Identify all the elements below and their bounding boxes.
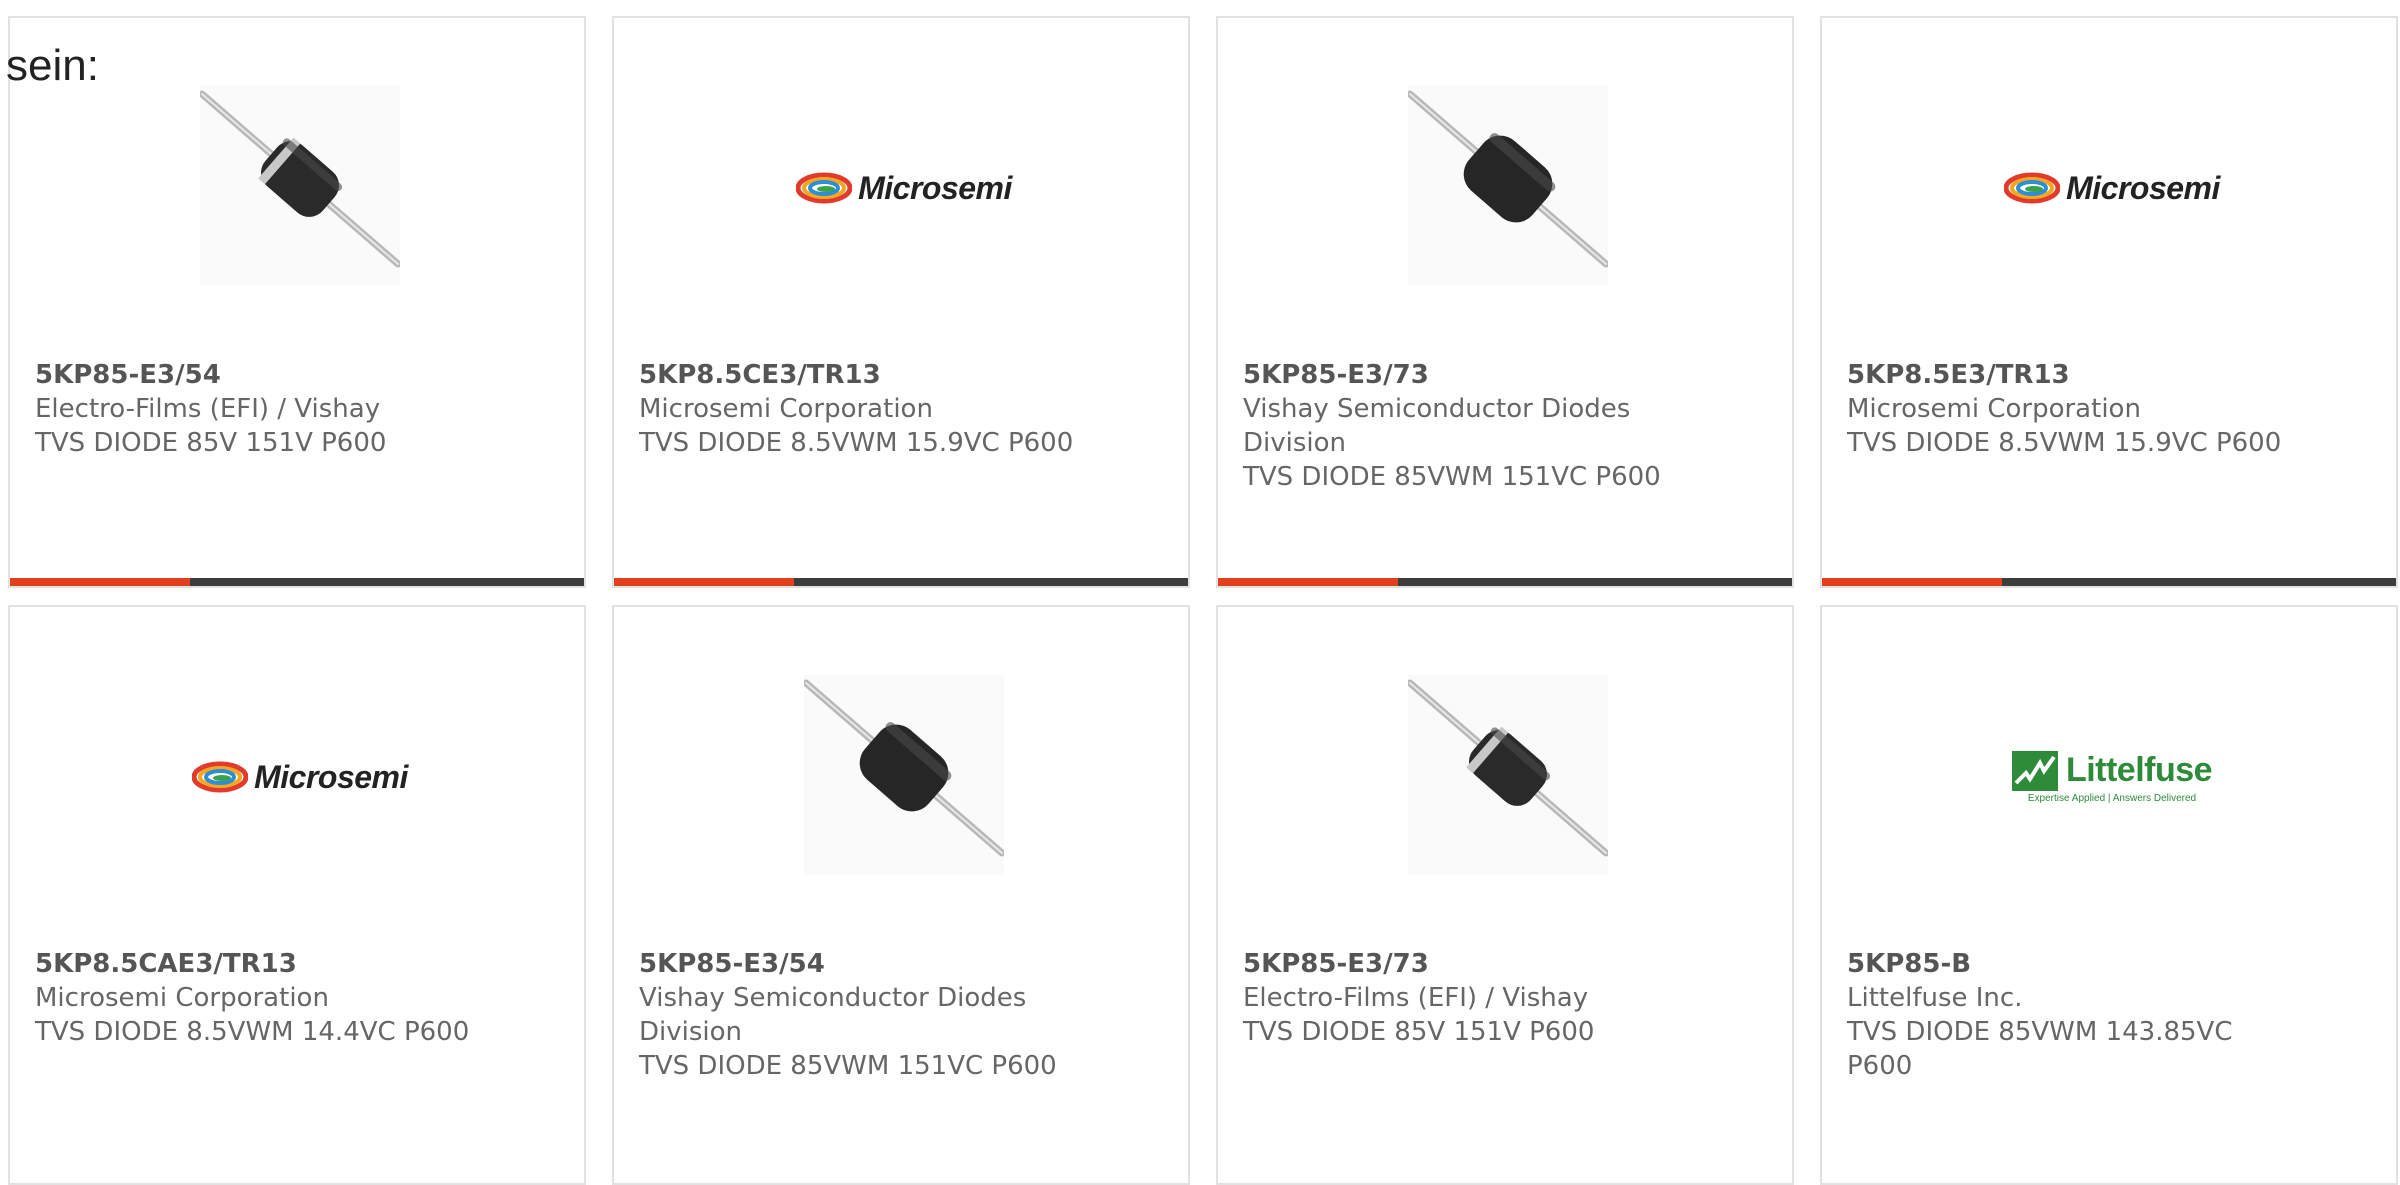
diode-plain-icon [804, 675, 1004, 875]
diode-plain-icon [1408, 86, 1608, 286]
part-number[interactable]: 5KP8.5CAE3/TR13 [35, 947, 555, 981]
littelfuse-logo-text: Littelfuse [2065, 751, 2213, 789]
card-bottom-bar [1218, 578, 1792, 586]
manufacturer: Vishay Semiconductor Diodes Division [1243, 394, 1631, 458]
card-accent-bar [1218, 578, 1398, 586]
description: TVS DIODE 85VWM 151VC P600 [1243, 462, 1661, 492]
part-number[interactable]: 5KP85-B [1847, 947, 2367, 981]
product-image[interactable]: Microsemi [130, 747, 470, 807]
littelfuse-logo: Littelfuse Expertise Applied | Answers D… [2011, 750, 2213, 804]
description: TVS DIODE 8.5VWM 15.9VC P600 [639, 428, 1074, 458]
littelfuse-tagline: Expertise Applied | Answers Delivered [2027, 792, 2197, 804]
product-card[interactable]: Littelfuse Expertise Applied | Answers D… [1820, 605, 2398, 1185]
product-card[interactable]: 5KP85-E3/73 Electro-Films (EFI) / Vishay… [1216, 605, 1794, 1185]
microsemi-swirl-icon [192, 761, 249, 793]
card-accent-bar [614, 578, 794, 586]
product-image[interactable] [804, 675, 1004, 875]
part-number[interactable]: 5KP85-E3/73 [1243, 358, 1763, 392]
card-bottom-bar [1822, 578, 2396, 586]
microsemi-logo: Microsemi [2004, 170, 2220, 207]
part-number[interactable]: 5KP85-E3/54 [35, 358, 555, 392]
description: TVS DIODE 85V 151V P600 [35, 428, 387, 458]
description: TVS DIODE 85VWM 143.85VC P600 [1847, 1017, 2233, 1081]
microsemi-logo-text: Microsemi [858, 169, 1012, 206]
microsemi-swirl-icon [2004, 172, 2061, 204]
microsemi-logo: Microsemi [796, 170, 1012, 207]
description: TVS DIODE 85V 151V P600 [1243, 1017, 1595, 1047]
product-image[interactable] [1408, 675, 1608, 875]
manufacturer: Microsemi Corporation [1847, 394, 2141, 424]
manufacturer: Littelfuse Inc. [1847, 983, 2023, 1013]
product-card[interactable]: Microsemi 5KP8.5E3/TR13 Microsemi Corpor… [1820, 16, 2398, 588]
card-accent-bar [10, 578, 190, 586]
part-number[interactable]: 5KP85-E3/73 [1243, 947, 1763, 981]
description: TVS DIODE 85VWM 151VC P600 [639, 1051, 1057, 1081]
product-card[interactable]: 5KP85-E3/73 Vishay Semiconductor Diodes … [1216, 16, 1794, 588]
product-card[interactable]: Microsemi 5KP8.5CE3/TR13 Microsemi Corpo… [612, 16, 1190, 588]
diode-banded-icon [1408, 675, 1608, 875]
manufacturer: Electro-Films (EFI) / Vishay [35, 394, 381, 424]
microsemi-logo: Microsemi [192, 759, 408, 796]
part-number[interactable]: 5KP8.5E3/TR13 [1847, 358, 2367, 392]
manufacturer: Vishay Semiconductor Diodes Division [639, 983, 1027, 1047]
manufacturer: Microsemi Corporation [35, 983, 329, 1013]
product-image[interactable]: Littelfuse Expertise Applied | Answers D… [1942, 747, 2282, 807]
product-card[interactable]: 5KP85-E3/54 Electro-Films (EFI) / Vishay… [8, 16, 586, 588]
diode-banded-icon [200, 86, 400, 286]
product-image[interactable]: Microsemi [734, 158, 1074, 218]
littelfuse-mark-icon [2011, 750, 2058, 791]
part-number[interactable]: 5KP8.5CE3/TR13 [639, 358, 1159, 392]
product-image[interactable] [1408, 86, 1608, 286]
product-card[interactable]: Microsemi 5KP8.5CAE3/TR13 Microsemi Corp… [8, 605, 586, 1185]
card-bottom-bar [614, 578, 1188, 586]
card-accent-bar [1822, 578, 2002, 586]
microsemi-logo-text: Microsemi [254, 758, 408, 795]
microsemi-swirl-icon [796, 172, 853, 204]
description: TVS DIODE 8.5VWM 15.9VC P600 [1847, 428, 2282, 458]
card-bottom-bar [10, 578, 584, 586]
product-image[interactable] [200, 86, 400, 286]
product-image[interactable]: Microsemi [1942, 158, 2282, 218]
manufacturer: Electro-Films (EFI) / Vishay [1243, 983, 1589, 1013]
intro-text: sein: [6, 41, 99, 90]
part-number[interactable]: 5KP85-E3/54 [639, 947, 1159, 981]
description: TVS DIODE 8.5VWM 14.4VC P600 [35, 1017, 470, 1047]
microsemi-logo-text: Microsemi [2066, 169, 2220, 206]
product-card[interactable]: 5KP85-E3/54 Vishay Semiconductor Diodes … [612, 605, 1190, 1185]
manufacturer: Microsemi Corporation [639, 394, 933, 424]
